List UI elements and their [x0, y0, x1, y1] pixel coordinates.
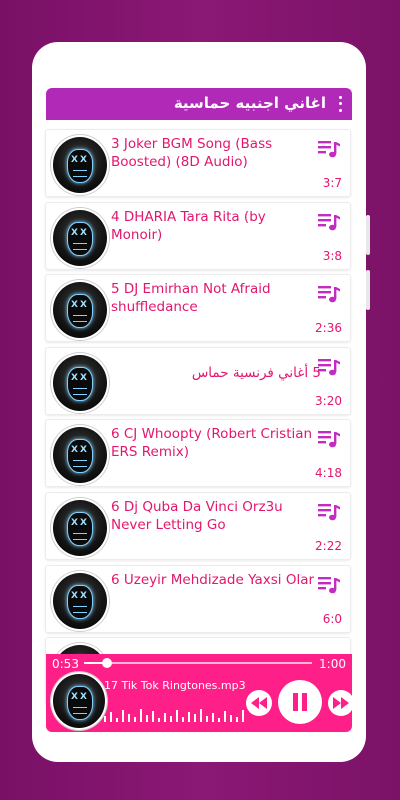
song-title: 5 DJ Emirhan Not Afraid shuffledance	[111, 281, 271, 315]
visualizer-bar	[134, 717, 136, 722]
playlist-add-icon[interactable]	[318, 140, 340, 158]
visualizer-bar	[116, 718, 118, 722]
playlist-add-icon[interactable]	[318, 430, 340, 448]
song-title: 6 Dj Quba Da Vinci Orz3u Never Letting G…	[111, 499, 283, 533]
phone-side-button	[366, 270, 370, 310]
phone-side-button	[366, 215, 370, 255]
app-container: اغاني اجنبيه حماسية XX 3 Joker BGM Song (…	[32, 42, 366, 762]
visualizer-bar	[122, 710, 124, 722]
visualizer-bar	[152, 711, 154, 722]
visualizer-bar	[110, 712, 112, 722]
playlist-add-icon[interactable]	[318, 576, 340, 594]
visualizer-bar	[140, 709, 142, 722]
visualizer-bar	[218, 718, 220, 722]
seek-knob[interactable]	[101, 658, 112, 668]
song-title: 6 Uzeyir Mehdizade Yaxsi Olar	[111, 572, 315, 588]
song-artwork: XX	[51, 280, 109, 340]
visualizer-bar	[230, 715, 232, 722]
song-list-item[interactable]: XX 3 Joker BGM Song (Bass Boosted) (8D Au…	[46, 130, 350, 196]
fast-forward-icon	[333, 697, 349, 709]
visualizer-bar	[164, 713, 166, 722]
pause-icon	[293, 693, 307, 711]
playlist-add-icon[interactable]	[318, 503, 340, 521]
visualizer-bar	[206, 716, 208, 722]
visualizer-bar	[158, 718, 160, 722]
song-duration: 3:8	[322, 249, 342, 263]
now-playing-artwork: XX	[51, 672, 107, 730]
song-artwork: XX	[51, 208, 109, 268]
visualizer-bar	[236, 717, 238, 722]
mini-player: 0:53 1:00 XX 17 Tik Tok Ringtones.mp3	[46, 654, 354, 732]
rewind-button[interactable]	[246, 690, 272, 716]
song-list-item[interactable]: XX 5 أغاني فرنسية حماس 3:20	[46, 348, 350, 414]
visualizer-bar	[224, 711, 226, 722]
playlist-add-icon[interactable]	[318, 213, 340, 231]
song-title: 5 أغاني فرنسية حماس	[191, 365, 321, 381]
song-title: 4 DHARIA Tara Rita (by Monoir)	[111, 209, 266, 243]
visualizer-bar	[176, 710, 178, 722]
fast-forward-button[interactable]	[328, 690, 354, 716]
song-duration: 2:22	[315, 539, 342, 553]
playlist-add-icon[interactable]	[318, 358, 340, 376]
song-list-item[interactable]: XX 5 DJ Emirhan Not Afraid shuffledance 2:…	[46, 275, 350, 341]
visualizer-bar	[188, 712, 190, 722]
song-list-item[interactable]: XX 4 DHARIA Tara Rita (by Monoir) 3:8	[46, 203, 350, 269]
more-vert-icon[interactable]	[334, 94, 346, 114]
song-duration: 4:18	[315, 466, 342, 480]
app-bar: اغاني اجنبيه حماسية	[46, 88, 352, 120]
visualizer-bar	[104, 716, 106, 722]
elapsed-time: 0:53	[52, 657, 79, 671]
song-title: 6 CJ Whoopty (Robert Cristian ERS Remix)	[111, 426, 313, 460]
song-duration: 6:0	[322, 612, 342, 626]
song-artwork: XX	[51, 425, 109, 485]
pause-button[interactable]	[278, 680, 322, 724]
visualizer-bar	[242, 710, 244, 722]
song-duration: 3:7	[322, 176, 342, 190]
song-artwork: XX	[51, 135, 109, 195]
playlist-add-icon[interactable]	[318, 285, 340, 303]
visualizer-bar	[170, 716, 172, 722]
visualizer-bar	[194, 714, 196, 722]
rewind-icon	[251, 697, 267, 709]
visualizer-bar	[212, 713, 214, 722]
song-duration: 2:36	[315, 321, 342, 335]
song-artwork: XX	[51, 353, 109, 413]
visualizer-bar	[200, 709, 202, 722]
song-artwork: XX	[51, 571, 109, 631]
song-title: 3 Joker BGM Song (Bass Boosted) (8D Audi…	[111, 136, 273, 170]
visualizer-bar	[146, 715, 148, 722]
visualizer-bar	[128, 714, 130, 722]
seek-bar[interactable]	[84, 658, 312, 668]
total-time: 1:00	[319, 657, 346, 671]
song-artwork: XX	[51, 498, 109, 558]
song-list-item[interactable]: XX 6 Uzeyir Mehdizade Yaxsi Olar 6:0	[46, 566, 350, 632]
visualizer-bar	[182, 717, 184, 722]
page-title: اغاني اجنبيه حماسية	[173, 94, 326, 112]
song-duration: 3:20	[315, 394, 342, 408]
song-list-item[interactable]: XX 6 CJ Whoopty (Robert Cristian ERS Remi…	[46, 420, 350, 486]
now-playing-title: 17 Tik Tok Ringtones.mp3	[104, 679, 246, 692]
visualizer-bars	[104, 708, 244, 722]
song-list-item[interactable]: XX 6 Dj Quba Da Vinci Orz3u Never Letting…	[46, 493, 350, 559]
